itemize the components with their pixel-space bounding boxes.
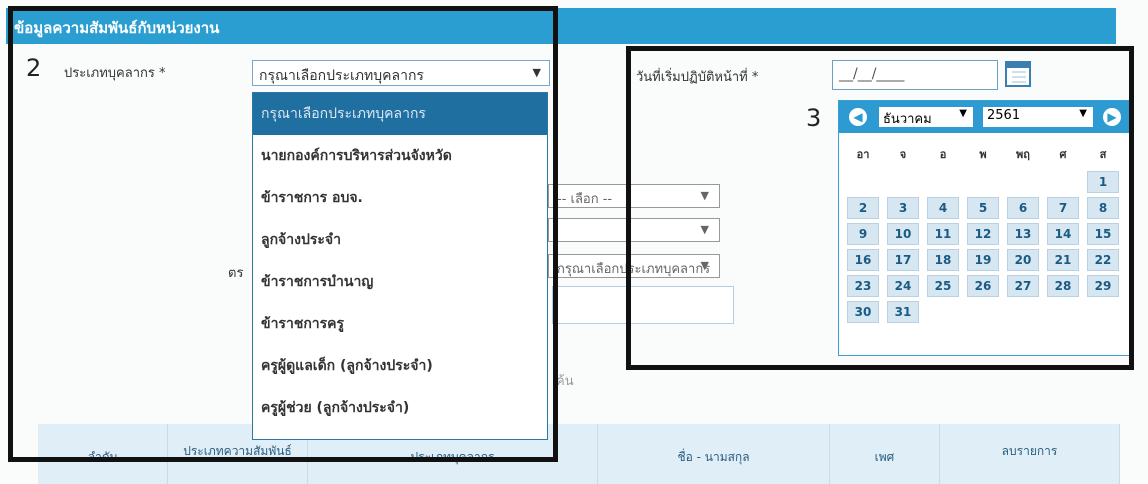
highlight-box-step-2 <box>8 6 558 462</box>
search-button[interactable]: ค้น <box>556 370 574 391</box>
highlight-box-step-3 <box>626 46 1134 370</box>
col-header-name: ชื่อ - นามสกุล <box>598 424 830 484</box>
page-frame: ข้อมูลความสัมพันธ์กับหน่วยงาน 2 ประเภทบุ… <box>0 0 1148 484</box>
col-header-delete: ลบรายการ <box>940 424 1120 484</box>
col-header-gender: เพศ <box>830 424 940 484</box>
filter-select-1-value: -- เลือก -- <box>557 192 613 207</box>
